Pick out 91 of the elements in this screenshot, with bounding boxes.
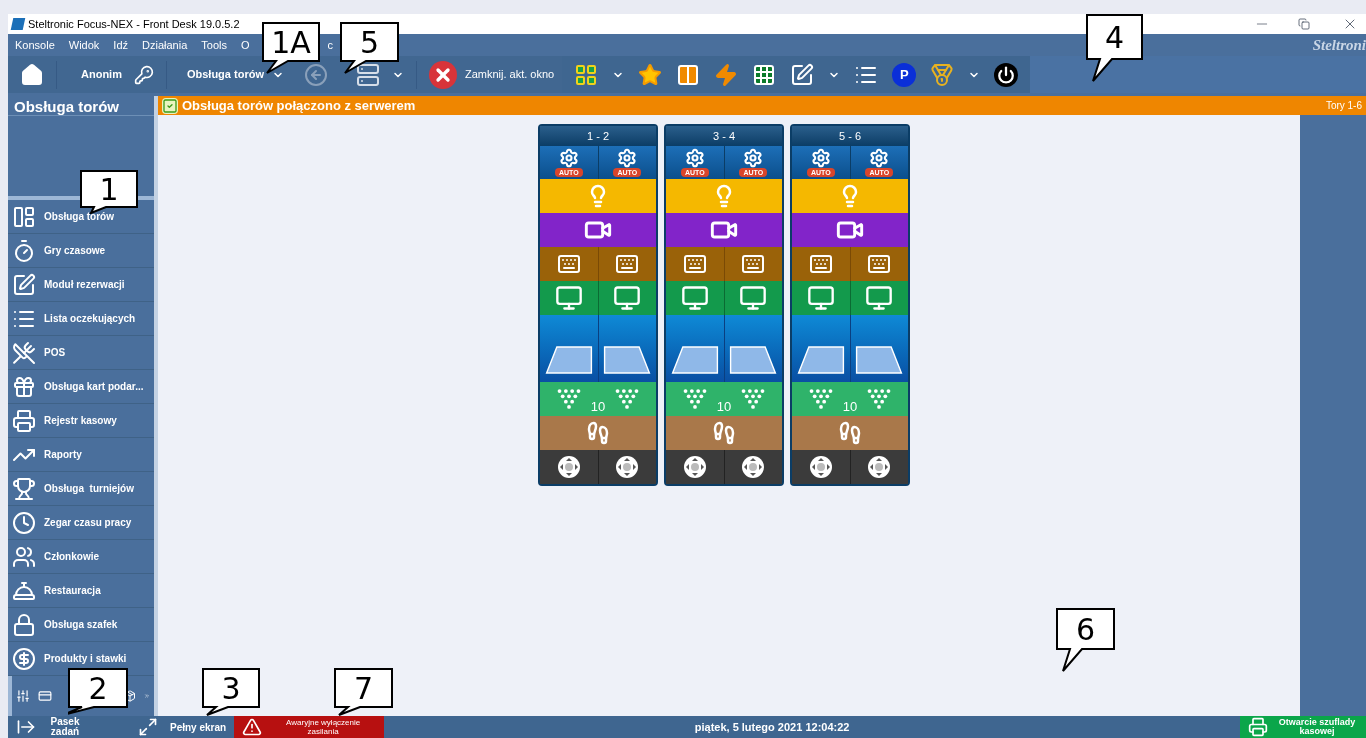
medal-icon[interactable] <box>930 62 955 87</box>
monitor-icon[interactable] <box>806 284 835 312</box>
menu-item[interactable]: Idź <box>106 36 135 54</box>
dpad-icon[interactable] <box>741 455 766 479</box>
sidebar-item[interactable]: Zegar czasu pracy <box>8 506 154 540</box>
pin-count: 10 <box>716 397 732 416</box>
sidebar-item[interactable]: Obsługa turniejów <box>8 472 154 506</box>
callout: 4 <box>1086 14 1143 82</box>
key-icon[interactable] <box>133 64 154 85</box>
sidebar-item[interactable]: Restauracja <box>8 574 154 608</box>
stopwatch-icon <box>12 238 36 263</box>
monitor-icon[interactable] <box>865 284 894 312</box>
server-icon[interactable] <box>355 62 380 87</box>
menu-item[interactable]: O <box>233 36 257 54</box>
sidebar-item[interactable]: Moduł rezerwacji <box>8 268 154 302</box>
menu-item[interactable]: Konsole <box>8 36 62 54</box>
sidebar-item[interactable]: Obsługa szafek <box>8 608 154 642</box>
parking-icon[interactable]: P <box>892 62 917 87</box>
dpad-icon[interactable] <box>682 455 707 479</box>
clock-icon <box>12 510 36 535</box>
app-logo-icon <box>10 18 26 30</box>
split-icon[interactable] <box>676 62 701 87</box>
lane-pair-label: 5 - 6 <box>792 126 908 146</box>
lane-pair-label: 1 - 2 <box>540 126 656 146</box>
lane-surface-icon[interactable] <box>796 346 845 374</box>
monitor-icon[interactable] <box>680 284 709 312</box>
monitor-icon[interactable] <box>739 284 768 312</box>
lane-range: Tory 1-6 <box>1325 99 1362 113</box>
trophy-icon <box>12 476 36 501</box>
gift-card-icon <box>12 374 36 399</box>
sidebar-title: Obsługa torów <box>8 96 154 116</box>
sidebar-item[interactable]: Obsługa kart podar... <box>8 370 154 404</box>
food-icon <box>12 340 36 365</box>
monitor-icon[interactable] <box>613 284 642 312</box>
dpad-icon[interactable] <box>867 455 892 479</box>
color-grid-icon[interactable] <box>574 62 599 87</box>
foul-line-icon[interactable] <box>712 421 736 445</box>
power-icon[interactable] <box>994 62 1019 87</box>
foul-line-icon[interactable] <box>838 421 862 445</box>
sidebar-item[interactable]: Rejestr kasowy <box>8 404 154 438</box>
sidebar-item[interactable]: POS <box>8 336 154 370</box>
star-icon[interactable] <box>638 62 663 87</box>
brand-logo: Steltroni <box>1312 35 1366 55</box>
register-icon <box>12 408 36 433</box>
emergency-shutdown-button[interactable]: Awaryjne wyłączenie zasilania <box>234 716 385 738</box>
close-window-button[interactable]: Zamknij. akt. okno <box>428 60 555 89</box>
grid-icon[interactable] <box>752 62 777 87</box>
expand-icon <box>138 717 158 737</box>
lane-surface-icon[interactable] <box>729 346 778 374</box>
home-icon[interactable] <box>20 62 44 87</box>
dpad-icon[interactable] <box>615 455 640 479</box>
edit-icon <box>12 272 36 297</box>
dollar-icon <box>12 646 36 671</box>
printer-icon <box>1248 717 1268 737</box>
status-message: Obsługa torów połączono z serwerem <box>182 96 416 115</box>
pin-count: 10 <box>842 397 858 416</box>
lane-surface-icon[interactable] <box>603 346 652 374</box>
lane-pair-label: 3 - 4 <box>666 126 782 146</box>
lock-icon <box>12 612 36 637</box>
lane-surface-icon[interactable] <box>855 346 904 374</box>
sidebar-item[interactable]: Gry czasowe <box>8 234 154 268</box>
date-time: piątek, 5 lutego 2021 12:04:22 <box>694 719 850 735</box>
lane-surface-icon[interactable] <box>544 346 593 374</box>
fullscreen-button[interactable]: Pełny ekran <box>130 717 235 737</box>
exit-arrow-icon <box>16 717 36 737</box>
taskbar-button[interactable]: Pasek zadań <box>8 717 90 737</box>
warning-icon <box>242 717 263 737</box>
lane-surface-icon[interactable] <box>670 346 719 374</box>
sidebar-item[interactable]: Raporty <box>8 438 154 472</box>
edit-icon[interactable] <box>790 62 815 87</box>
restore-icon[interactable] <box>1298 18 1310 30</box>
check-icon <box>162 97 178 114</box>
pin-count: 10 <box>590 397 606 416</box>
user-name[interactable]: Anonim <box>81 66 122 83</box>
callout: 6 <box>1056 608 1115 672</box>
callout: 5 <box>340 22 399 74</box>
callout: 2 <box>68 668 128 716</box>
sidebar-item[interactable]: Lista oczekujących <box>8 302 154 336</box>
people-icon <box>12 544 36 569</box>
menu-item[interactable]: Widok <box>61 36 107 54</box>
menu-item[interactable]: Działania <box>135 36 195 54</box>
lanes-icon <box>12 204 36 229</box>
monitor-icon[interactable] <box>554 284 583 312</box>
menu-item[interactable]: c <box>320 36 340 54</box>
dpad-icon[interactable] <box>808 455 833 479</box>
menu-item[interactable]: Tools <box>194 36 234 54</box>
foul-line-icon[interactable] <box>586 421 610 445</box>
cash-drawer-button[interactable]: Otwarcie szuflady kasowej <box>1240 716 1366 738</box>
sidebar-item[interactable]: Członkowie <box>8 540 154 574</box>
window-title: Steltronic Focus-NEX - Front Desk 19.0.5.2 <box>28 16 240 32</box>
dpad-icon[interactable] <box>556 455 581 479</box>
